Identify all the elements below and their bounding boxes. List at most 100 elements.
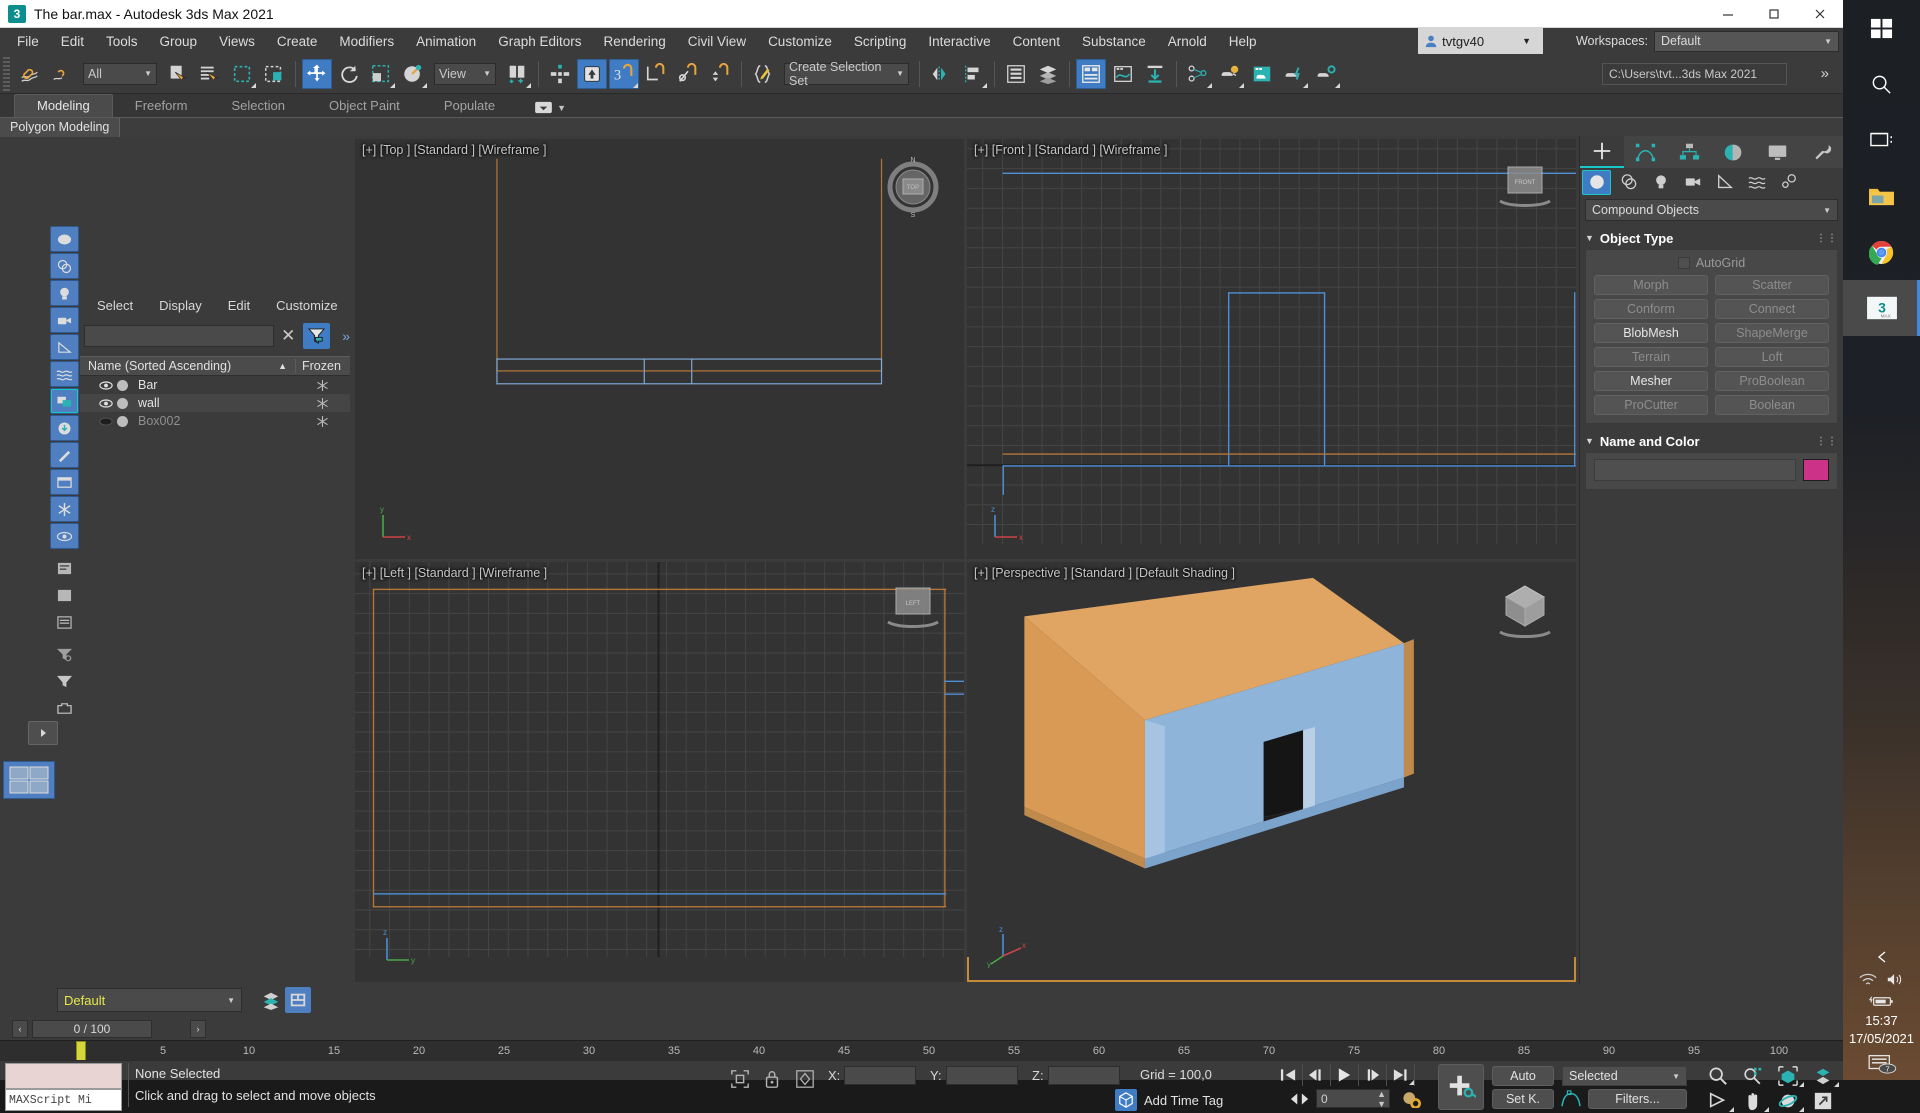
menu-group[interactable]: Group — [149, 30, 209, 53]
maximize-button[interactable] — [1751, 0, 1797, 28]
view-cube-left[interactable]: LEFT — [880, 576, 946, 642]
menu-content[interactable]: Content — [1002, 30, 1071, 53]
viewport-top[interactable]: [+] [Top ] [Standard ] [Wireframe ] TOP … — [355, 139, 964, 559]
expand-panel-button[interactable] — [28, 721, 58, 745]
drag-handle-icon[interactable]: ⋮⋮ — [1816, 436, 1838, 447]
filter-lights-button[interactable] — [50, 280, 79, 306]
menu-edit[interactable]: Edit — [50, 30, 95, 53]
table-row[interactable]: Box002 — [80, 412, 350, 430]
blobmesh-button[interactable]: BlobMesh — [1594, 323, 1708, 343]
battery-row[interactable] — [1843, 991, 1920, 1012]
filter-toggle-button[interactable] — [303, 323, 331, 349]
object-subcategory-dropdown[interactable]: Compound Objects ▼ — [1585, 199, 1838, 221]
material-browser-button[interactable] — [1247, 59, 1277, 89]
menu-create[interactable]: Create — [266, 30, 329, 53]
viewport-label-front[interactable]: [+] [Front ] [Standard ] [Wireframe ] — [974, 143, 1167, 157]
search-icon[interactable] — [1843, 56, 1920, 112]
drag-handle-icon[interactable]: ⋮⋮ — [1816, 233, 1838, 244]
name-and-color-header[interactable]: ▼ Name and Color ⋮⋮ — [1585, 432, 1838, 450]
absolute-relative-toggle[interactable] — [795, 1069, 815, 1094]
frame-range-field[interactable]: 0 / 100 — [32, 1020, 152, 1038]
autogrid-row[interactable]: AutoGrid — [1594, 256, 1829, 270]
filter-xrefs-button[interactable] — [50, 415, 79, 441]
tray-expand-row[interactable] — [1843, 946, 1920, 968]
wifi-icon[interactable] — [1859, 972, 1877, 987]
mirror-button[interactable] — [926, 59, 956, 89]
select-and-link-button[interactable] — [15, 59, 45, 89]
view-cube-perspective[interactable] — [1492, 576, 1558, 642]
mesher-button[interactable]: Mesher — [1594, 371, 1708, 391]
explorer-menu-customize[interactable]: Customize — [263, 296, 350, 315]
ribbon-tab-selection[interactable]: Selection — [210, 95, 307, 117]
toggle-scene-explorer-button[interactable] — [1076, 58, 1106, 89]
chevron-down-icon[interactable]: ▼ — [1522, 36, 1531, 46]
ribbon-minimize-control[interactable]: ▼ — [517, 101, 566, 117]
reference-coordinate-dropdown[interactable]: View ▼ — [434, 62, 496, 85]
file-explorer-icon[interactable] — [1843, 168, 1920, 224]
y-input[interactable] — [945, 1066, 1018, 1085]
spinner-icon[interactable]: ▲ ▼ — [1377, 1089, 1389, 1109]
boolean-button[interactable]: Boolean — [1715, 395, 1829, 415]
menu-substance[interactable]: Substance — [1071, 30, 1157, 53]
view-cube-top[interactable]: TOP N S — [880, 153, 946, 219]
select-and-manipulate-button[interactable] — [577, 58, 607, 89]
lights-category-button[interactable] — [1646, 170, 1675, 195]
layer-explorer-toggle[interactable] — [258, 987, 284, 1013]
configure-filter-button[interactable] — [50, 641, 79, 667]
viewport-front[interactable]: [+] [Front ] [Standard ] [Wireframe ] FR… — [967, 139, 1576, 559]
filter-geometry-button[interactable] — [50, 226, 79, 252]
prompt-expand-icon[interactable] — [730, 1069, 750, 1089]
add-time-tag-control[interactable]: Add Time Tag — [1115, 1089, 1223, 1111]
maxscript-output[interactable] — [5, 1063, 122, 1089]
set-key-button[interactable]: Set K. — [1492, 1089, 1554, 1109]
viewport-left[interactable]: [+] [Left ] [Standard ] [Wireframe ] LEF… — [355, 562, 964, 982]
filter-containers-button[interactable] — [50, 469, 79, 495]
morph-button[interactable]: Morph — [1594, 275, 1708, 295]
zoom-all-button[interactable] — [1735, 1063, 1770, 1088]
terrain-button[interactable]: Terrain — [1594, 347, 1708, 367]
workspace-dropdown[interactable]: Default ▼ — [1654, 30, 1839, 52]
user-account-button[interactable]: tvtgv40 ▼ — [1418, 28, 1543, 54]
toolbars-button[interactable] — [50, 695, 79, 721]
z-input[interactable] — [1047, 1066, 1120, 1085]
select-and-scale-button[interactable] — [366, 59, 396, 89]
next-frame-button[interactable]: › — [190, 1020, 206, 1038]
autogrid-checkbox[interactable] — [1677, 257, 1690, 269]
procutter-button[interactable]: ProCutter — [1594, 395, 1708, 415]
previous-frame-button[interactable] — [1303, 1064, 1331, 1086]
play-animation-button[interactable] — [1331, 1064, 1414, 1086]
use-pivot-point-center-button[interactable] — [502, 59, 532, 89]
select-object-button[interactable] — [163, 59, 193, 89]
select-and-place-button[interactable] — [398, 59, 428, 89]
key-filter-dropdown[interactable]: Selected ▼ — [1562, 1066, 1687, 1086]
menu-arnold[interactable]: Arnold — [1157, 30, 1218, 53]
create-tab[interactable] — [1580, 136, 1624, 168]
set-keys-button[interactable] — [1438, 1064, 1484, 1110]
select-and-rotate-button[interactable] — [334, 59, 364, 89]
zoom-region-button[interactable] — [1805, 1063, 1840, 1088]
project-path-display[interactable]: C:\Users\tvt...3ds Max 2021 — [1602, 62, 1787, 85]
visibility-toggle-icon[interactable] — [98, 417, 114, 426]
filter-helpers-button[interactable] — [50, 334, 79, 360]
menu-civil-view[interactable]: Civil View — [677, 30, 757, 53]
orbit-subobject-button[interactable] — [1700, 1088, 1735, 1113]
table-row[interactable]: Bar — [80, 376, 350, 394]
visibility-toggle-icon[interactable] — [98, 398, 114, 408]
explorer-menu-select[interactable]: Select — [84, 296, 146, 315]
notification-icon[interactable]: 7 — [1843, 1052, 1920, 1080]
scene-explorer-button[interactable] — [1033, 59, 1063, 89]
scatter-button[interactable]: Scatter — [1715, 275, 1829, 295]
freeze-icon[interactable] — [295, 397, 350, 409]
search-input[interactable] — [84, 325, 274, 347]
maxscript-mini-listener[interactable]: MAXScript Mi — [5, 1063, 122, 1111]
systems-category-button[interactable] — [1774, 170, 1803, 195]
utilities-tab[interactable] — [1799, 136, 1843, 168]
auto-key-button[interactable]: Auto — [1492, 1066, 1554, 1086]
column-name-header[interactable]: Name (Sorted Ascending) ▲ — [80, 359, 295, 373]
spinner-snap-toggle-button[interactable] — [705, 59, 735, 89]
table-row[interactable]: wall — [80, 394, 350, 412]
cameras-category-button[interactable] — [1678, 170, 1707, 195]
manage-layers-button[interactable] — [285, 987, 311, 1013]
time-slider-handle[interactable] — [76, 1041, 86, 1061]
volume-icon[interactable] — [1886, 972, 1904, 987]
